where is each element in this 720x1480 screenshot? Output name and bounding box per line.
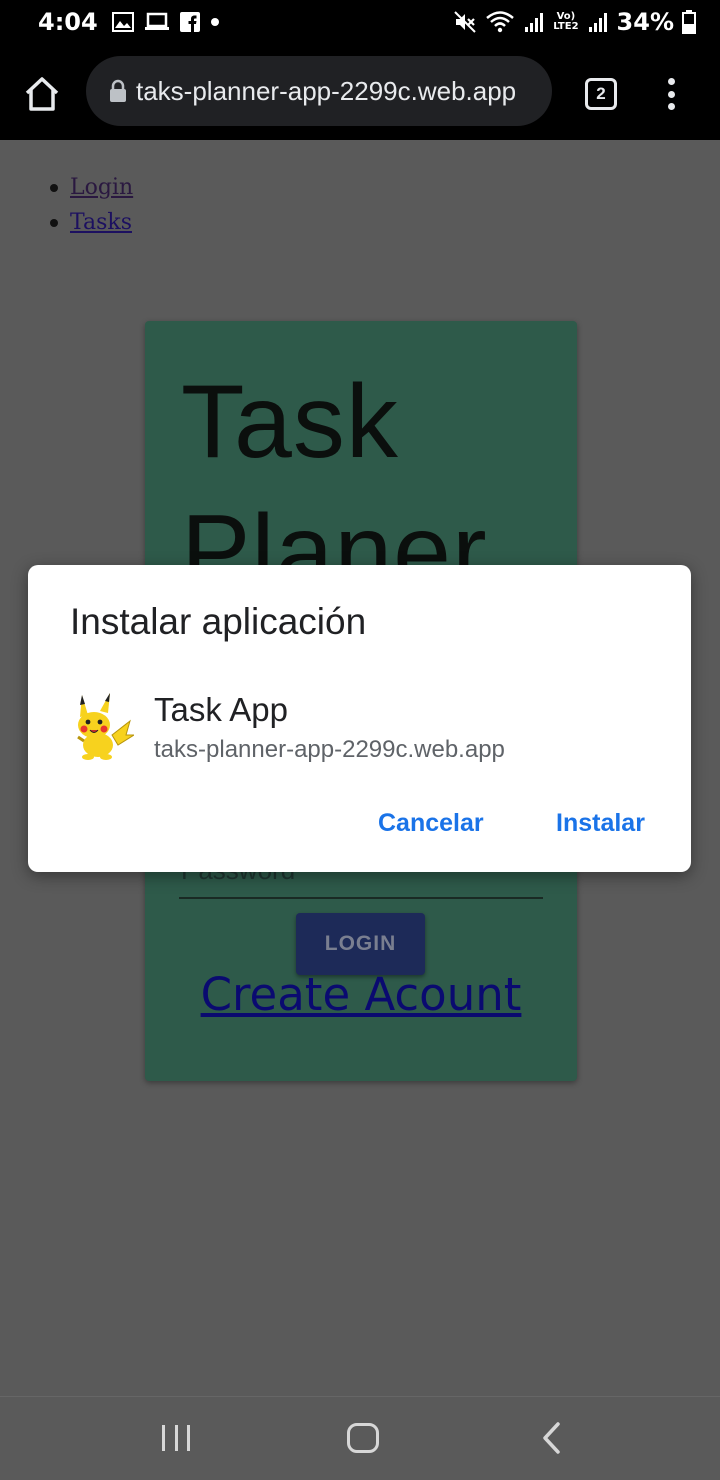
- url-text: taks-planner-app-2299c.web.app: [136, 76, 536, 107]
- url-bar[interactable]: taks-planner-app-2299c.web.app: [86, 56, 552, 126]
- dot-icon: [210, 18, 219, 26]
- app-name: Task App: [154, 691, 288, 728]
- lock-icon: [110, 79, 126, 102]
- notification-icons: [111, 12, 220, 32]
- recent-bar: [187, 1425, 190, 1451]
- menu-dot: [667, 90, 675, 98]
- create-account-label: Create Acount: [200, 968, 522, 1021]
- status-bar: 4:04 Vo) LTE2 34%: [0, 0, 720, 44]
- menu-dot: [667, 103, 675, 110]
- home-button-icon[interactable]: [347, 1423, 379, 1453]
- home-icon[interactable]: [22, 74, 62, 114]
- tasks-link[interactable]: Tasks: [70, 210, 132, 235]
- url-value: taks-planner-app-2299c.web.app: [136, 75, 517, 106]
- lte-label: LTE2: [553, 21, 579, 32]
- cancel-button[interactable]: Cancelar: [378, 809, 484, 838]
- install-button[interactable]: Instalar: [556, 809, 645, 838]
- image-icon: [111, 12, 134, 32]
- install-dialog: Instalar aplicación Task App taks-planne…: [28, 565, 691, 872]
- screen: 4:04 Vo) LTE2 34% taks-planner-app-2299c…: [0, 0, 720, 1480]
- wifi-icon: [486, 11, 515, 33]
- signal-icon: [525, 13, 544, 32]
- pikachu-app-icon: [77, 693, 134, 760]
- login-link[interactable]: Login: [70, 175, 133, 200]
- dialog-title: Instalar aplicación: [70, 601, 367, 642]
- signal-icon: [588, 13, 607, 32]
- recent-bar: [162, 1425, 165, 1451]
- nav-item-tasks: Tasks: [50, 205, 133, 240]
- battery-percent: 34%: [616, 8, 674, 36]
- system-icons: Vo) LTE2 34%: [453, 8, 696, 36]
- laptop-icon: [144, 12, 169, 30]
- more-menu-icon[interactable]: [662, 74, 680, 114]
- menu-dot: [667, 78, 675, 85]
- status-time: 4:04: [38, 8, 98, 36]
- mute-icon: [454, 11, 476, 33]
- browser-toolbar: taks-planner-app-2299c.web.app 2: [0, 44, 720, 140]
- recent-bar: [174, 1425, 178, 1451]
- battery-icon: [682, 10, 696, 34]
- system-nav-bar: [0, 1396, 720, 1480]
- nav-list: Login Tasks: [50, 170, 133, 240]
- facebook-icon: [179, 12, 200, 32]
- create-account-link[interactable]: Create Acount: [145, 963, 577, 1025]
- recent-apps-icon[interactable]: [162, 1425, 190, 1451]
- nav-item-login: Login: [50, 170, 133, 205]
- tab-switcher-button[interactable]: 2: [585, 78, 617, 110]
- app-url: taks-planner-app-2299c.web.app: [154, 736, 505, 763]
- back-icon[interactable]: [540, 1421, 562, 1455]
- volte-lte2-icon: Vo) LTE2: [553, 12, 578, 32]
